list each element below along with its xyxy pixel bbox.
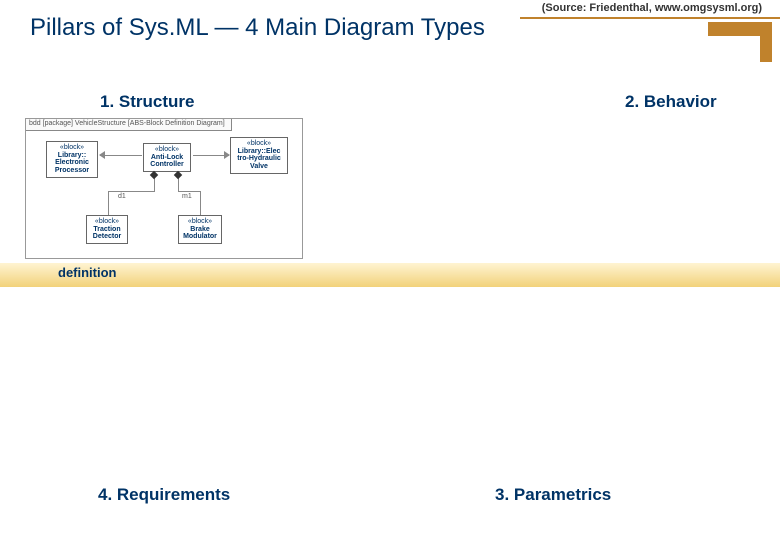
arrowhead-icon [99, 151, 105, 159]
bdd-diagram: bdd [package] VehicleStructure [ABS-Bloc… [25, 118, 303, 259]
page-title: Pillars of Sys.ML — 4 Main Diagram Types [30, 14, 485, 42]
block-detector-name: Traction Detector [93, 226, 121, 241]
stereotype-label: «block» [181, 218, 219, 226]
stereotype-label: «block» [146, 146, 188, 154]
block-processor: «block» Library:: Electronic Processor [46, 141, 98, 178]
block-detector: «block» Traction Detector [86, 215, 128, 244]
block-controller-name: Anti-Lock Controller [150, 154, 183, 169]
stereotype-label: «block» [89, 218, 125, 226]
pillar-parametrics-heading: 3. Parametrics [495, 485, 611, 505]
arrowhead-icon [224, 151, 230, 159]
block-modulator-name: Brake Modulator [183, 226, 217, 241]
connector [200, 191, 201, 215]
role-d1: d1 [118, 193, 126, 200]
definition-band [0, 263, 780, 287]
bdd-frame-label: bdd [package] VehicleStructure [ABS-Bloc… [26, 119, 232, 131]
pillar-structure-heading: 1. Structure [100, 92, 194, 112]
block-processor-name: Library:: Electronic Processor [55, 152, 89, 174]
connector [108, 191, 155, 192]
source-underline [520, 17, 780, 19]
block-valve: «block» Library::Elec tro-Hydraulic Valv… [230, 137, 288, 174]
definition-label: definition [58, 265, 117, 280]
connector [178, 191, 200, 192]
stereotype-label: «block» [233, 140, 285, 148]
block-modulator: «block» Brake Modulator [178, 215, 222, 244]
corner-decoration [708, 22, 772, 62]
connector [108, 191, 109, 215]
block-valve-name: Library::Elec tro-Hydraulic Valve [237, 148, 281, 170]
block-controller: «block» Anti-Lock Controller [143, 143, 191, 172]
pillar-behavior-heading: 2. Behavior [625, 92, 717, 112]
connector [100, 155, 142, 156]
pillar-requirements-heading: 4. Requirements [98, 485, 230, 505]
role-m1: m1 [182, 193, 192, 200]
stereotype-label: «block» [49, 144, 95, 152]
source-citation: (Source: Friedenthal, www.omgsysml.org) [542, 2, 780, 14]
